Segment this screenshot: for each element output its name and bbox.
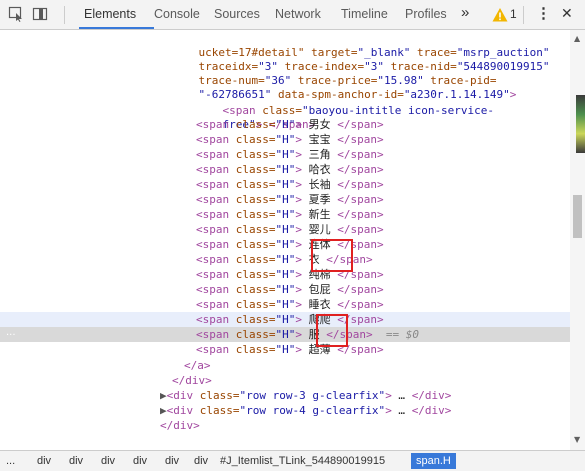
tree-line-span-h[interactable]: <span class="H"> 男女 </span> <box>196 117 570 132</box>
tree-line-span-h[interactable]: <span class="H"> 包屁 </span> <box>196 282 570 297</box>
tab-profiles[interactable]: Profiles <box>405 7 447 21</box>
tab-elements[interactable]: Elements <box>84 7 136 21</box>
tree-line[interactable]: </div> <box>172 373 570 388</box>
tree-line-span-h[interactable]: <span class="H"> 新生 </span> <box>196 207 570 222</box>
tree-line-span-h[interactable]: <span class="H"> 婴儿 </span> <box>196 222 570 237</box>
toolbar-separator <box>64 6 65 24</box>
vertical-scrollbar[interactable]: ▲ ▼ <box>570 30 585 450</box>
tree-line-collapsed[interactable]: ▶<div class="row row-4 g-clearfix"> … </… <box>160 403 570 418</box>
tree-line[interactable]: <span class="baoyou-intitle icon-service… <box>196 88 570 117</box>
annotation-box <box>311 239 353 272</box>
tree-line-span-h[interactable]: <span class="H"> 纯棉 </span> <box>196 267 570 282</box>
tree-line[interactable]: "-62786651" data-spm-anchor-id="a230r.1.… <box>172 72 570 101</box>
tree-line-span-h[interactable]: <span class="H"> 超薄 </span> <box>196 342 570 357</box>
tab-timeline[interactable]: Timeline <box>341 7 388 21</box>
scroll-down-icon[interactable]: ▼ <box>574 435 580 444</box>
breadcrumb-link[interactable]: #J_Itemlist_TLink_544890019915 <box>220 455 385 467</box>
annotation-box <box>316 314 348 347</box>
gutter-ellipsis[interactable]: ... <box>6 327 16 338</box>
breadcrumb-item[interactable]: div <box>165 455 179 467</box>
tree-line[interactable]: traceidx="3" trace-index="3" trace-nid="… <box>172 44 570 73</box>
warning-count[interactable]: 1 <box>510 7 517 21</box>
breadcrumb-item[interactable]: div <box>37 455 51 467</box>
scrollbar-thumb[interactable] <box>573 195 582 238</box>
tree-line-collapsed[interactable]: ▶<div class="row row-3 g-clearfix"> … </… <box>160 388 570 403</box>
elements-tree[interactable]: ucket=17#detail" target="_blank" trace="… <box>0 30 570 450</box>
breadcrumb-item[interactable]: div <box>194 455 208 467</box>
expand-triangle-icon[interactable]: ▶ <box>160 389 167 402</box>
tree-line[interactable]: ucket=17#detail" target="_blank" trace="… <box>172 30 570 59</box>
tree-line-span-h[interactable]: <span class="H"> 三角 </span> <box>196 147 570 162</box>
tree-line-span-h[interactable]: <span class="H"> 衣 </span> <box>196 252 570 267</box>
close-icon[interactable]: ✕ <box>561 5 573 22</box>
toolbar-separator <box>523 6 524 24</box>
tab-sources[interactable]: Sources <box>214 7 260 21</box>
tree-line[interactable]: free"> </span> <box>196 102 570 131</box>
breadcrumb-item[interactable]: div <box>69 455 83 467</box>
scroll-up-icon[interactable]: ▲ <box>574 34 580 43</box>
warning-icon[interactable] <box>492 7 508 23</box>
active-tab-indicator <box>79 27 154 29</box>
device-mode-icon[interactable] <box>32 6 48 22</box>
breadcrumb-item[interactable]: div <box>101 455 115 467</box>
tree-line-span-h[interactable]: <span class="H"> 连体 </span> <box>196 237 570 252</box>
tree-line-span-h-selected[interactable]: <span class="H"> 服 </span> == $0 <box>0 327 570 342</box>
tab-console[interactable]: Console <box>154 7 200 21</box>
more-tabs-button[interactable]: » <box>461 4 469 21</box>
breadcrumb: ... div div div div div div #J_Itemlist_… <box>0 450 585 471</box>
tree-line-span-h[interactable]: <span class="H"> 夏季 </span> <box>196 192 570 207</box>
devtools-toolbar: Elements Console Sources Network Timelin… <box>0 0 585 30</box>
tree-line[interactable]: trace-num="36" trace-price="15.98" trace… <box>172 58 570 87</box>
tree-line-span-h[interactable]: <span class="H"> 睡衣 </span> <box>196 297 570 312</box>
expand-triangle-icon[interactable]: ▶ <box>160 404 167 417</box>
tree-line[interactable]: </a> <box>184 358 570 373</box>
inspect-element-icon[interactable] <box>8 6 24 22</box>
tree-line-span-h[interactable]: <span class="H"> 长袖 </span> <box>196 177 570 192</box>
breadcrumb-item[interactable]: div <box>133 455 147 467</box>
tree-line[interactable]: </div> <box>160 418 570 433</box>
tree-line-span-h[interactable]: <span class="H"> 宝宝 </span> <box>196 132 570 147</box>
tree-line-span-h[interactable]: <span class="H"> 哈衣 </span> <box>196 162 570 177</box>
tab-network[interactable]: Network <box>275 7 321 21</box>
selected-node-marker: == $0 <box>385 328 419 341</box>
sidebar-color-strip <box>576 95 585 153</box>
breadcrumb-active[interactable]: span.H <box>411 453 456 469</box>
menu-icon[interactable]: ⋮ <box>536 4 551 22</box>
breadcrumb-ellipsis[interactable]: ... <box>6 455 15 467</box>
tree-line-span-h-hovered[interactable]: <span class="H"> 爬爬 </span> <box>0 312 570 327</box>
